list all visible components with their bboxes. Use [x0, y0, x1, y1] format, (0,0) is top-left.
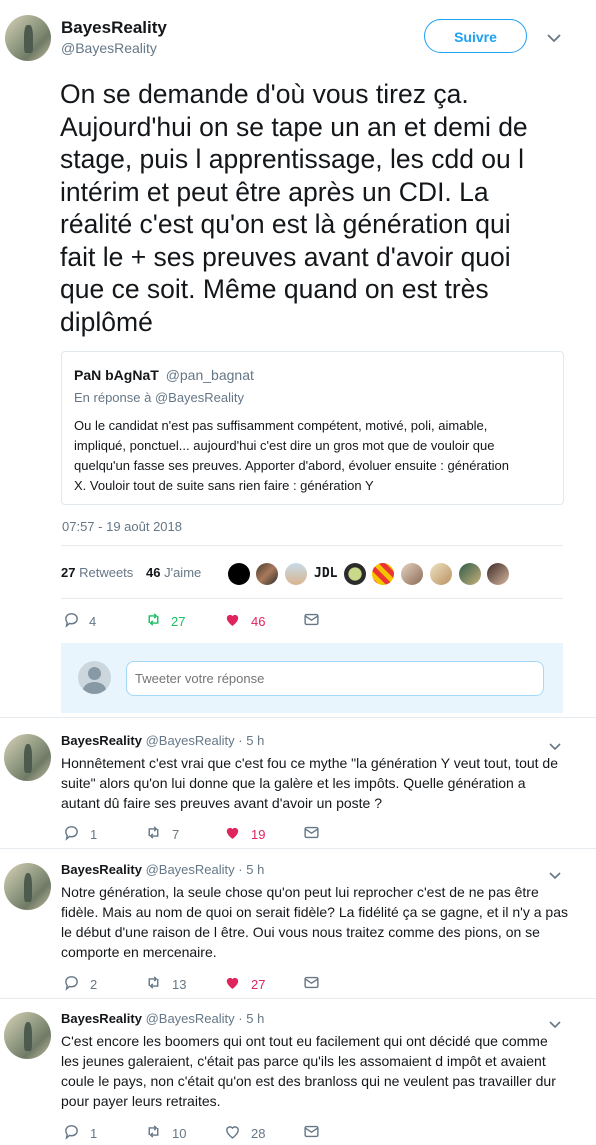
divider: [0, 998, 596, 999]
author-name[interactable]: BayesReality: [61, 18, 167, 38]
reply-header: BayesReality @BayesReality · 5 h: [61, 1011, 265, 1026]
reply-button[interactable]: 4: [63, 611, 96, 631]
author-handle[interactable]: @BayesReality: [61, 40, 157, 56]
reply-text: Notre génération, la seule chose qu'on p…: [61, 884, 568, 960]
reply-composer: [61, 643, 563, 713]
retweet-button[interactable]: 10: [145, 1123, 186, 1143]
liker-avatar-text[interactable]: JDL: [314, 566, 337, 581]
retweet-button[interactable]: 7: [145, 824, 179, 844]
retweet-icon: [145, 611, 162, 631]
reply-button[interactable]: 2: [63, 974, 97, 994]
follow-button[interactable]: Suivre: [424, 19, 527, 53]
reply-text: C'est encore les boomers qui ont tout eu…: [61, 1033, 556, 1109]
chevron-down-icon[interactable]: [547, 30, 561, 48]
liker-avatar[interactable]: [459, 563, 481, 585]
retweets-stat[interactable]: 27 Retweets: [61, 565, 133, 580]
reply-header: BayesReality @BayesReality · 5 h: [61, 862, 265, 877]
envelope-icon: [303, 824, 320, 844]
heart-icon: [224, 824, 241, 844]
quoted-handle: @pan_bagnat: [165, 367, 254, 383]
direct-message-button[interactable]: [303, 1123, 320, 1143]
like-button[interactable]: 27: [224, 974, 265, 994]
divider: [61, 545, 563, 546]
heart-icon: [224, 611, 241, 631]
like-button[interactable]: 19: [224, 824, 265, 844]
direct-message-button[interactable]: [303, 974, 320, 994]
retweet-icon: [145, 974, 162, 994]
reply-icon: [63, 974, 80, 994]
quoted-text: Ou le candidat n'est pas suffisamment co…: [74, 418, 509, 493]
liker-avatar[interactable]: [401, 563, 423, 585]
reply-icon: [63, 611, 80, 631]
author-avatar[interactable]: [5, 15, 51, 61]
liker-avatar[interactable]: [228, 563, 250, 585]
like-button[interactable]: 28: [224, 1123, 265, 1143]
reply-icon: [63, 824, 80, 844]
divider: [61, 598, 563, 599]
retweet-button[interactable]: 13: [145, 974, 186, 994]
user-avatar: [78, 661, 111, 694]
envelope-icon: [303, 611, 320, 631]
quoted-tweet[interactable]: PaN bAgNaT @pan_bagnat En réponse à @Bay…: [61, 351, 564, 505]
retweet-icon: [145, 824, 162, 844]
liker-avatar[interactable]: [372, 563, 394, 585]
reply-avatar[interactable]: [4, 734, 51, 781]
reply-text: Honnêtement c'est vrai que c'est fou ce …: [61, 755, 558, 811]
direct-message-button[interactable]: [303, 824, 320, 844]
reply-input[interactable]: [126, 661, 544, 696]
quoted-reply-to: En réponse à @BayesReality: [74, 390, 245, 405]
retweet-button[interactable]: 27: [145, 611, 185, 631]
retweet-icon: [145, 1123, 162, 1143]
envelope-icon: [303, 1123, 320, 1143]
reply-avatar[interactable]: [4, 1012, 51, 1059]
heart-icon: [224, 1123, 241, 1143]
liker-avatar[interactable]: [344, 563, 366, 585]
liker-avatar[interactable]: [430, 563, 452, 585]
liker-avatar[interactable]: [285, 563, 307, 585]
quoted-name: PaN bAgNaT: [74, 367, 159, 383]
divider: [0, 848, 596, 849]
envelope-icon: [303, 974, 320, 994]
reply-icon: [63, 1123, 80, 1143]
likes-stat[interactable]: 46 J'aime: [146, 565, 201, 580]
heart-icon: [224, 974, 241, 994]
reply-button[interactable]: 1: [63, 1123, 97, 1143]
reply-avatar[interactable]: [4, 863, 51, 910]
reply-button[interactable]: 1: [63, 824, 97, 844]
like-button[interactable]: 46: [224, 611, 265, 631]
divider: [0, 717, 596, 718]
liker-avatar[interactable]: [487, 563, 509, 585]
tweet-timestamp[interactable]: 07:57 - 19 août 2018: [62, 519, 182, 534]
liker-avatar[interactable]: [256, 563, 278, 585]
tweet-text: On se demande d'où vous tirez ça. Aujour…: [60, 79, 528, 337]
direct-message-button[interactable]: [303, 611, 320, 631]
reply-header: BayesReality @BayesReality · 5 h: [61, 733, 265, 748]
